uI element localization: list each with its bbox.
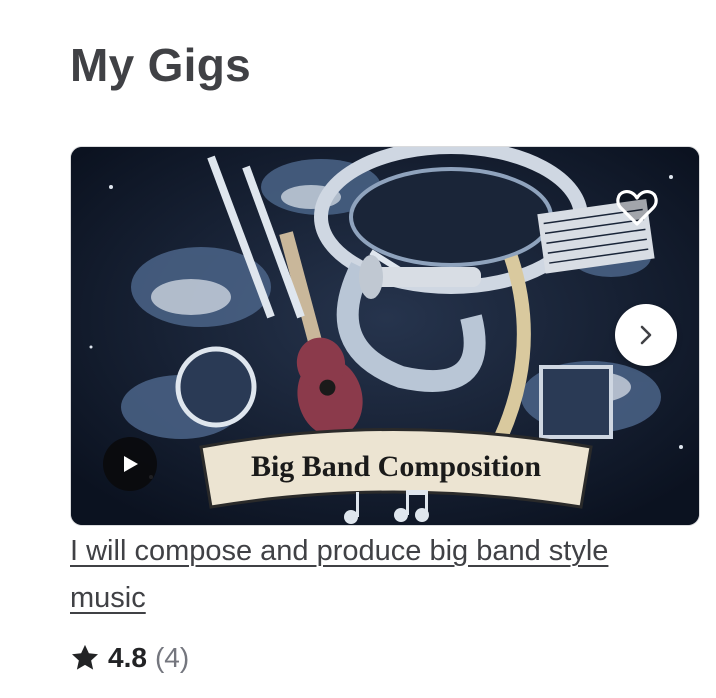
section-title: My Gigs bbox=[70, 39, 252, 91]
heart-icon bbox=[616, 190, 658, 226]
gig-title-link[interactable]: I will compose and produce big band styl… bbox=[70, 528, 670, 622]
rating-count: (4) bbox=[154, 642, 190, 673]
gig-rating: 4.8 (4) bbox=[70, 642, 189, 674]
gig-artwork: Big Band Composition bbox=[71, 147, 699, 525]
gig-card[interactable]: Big Band Composition I will compose and … bbox=[70, 146, 700, 698]
my-gigs-page: My Gigs Big Band Composition I will comp… bbox=[0, 0, 716, 698]
next-image-button[interactable] bbox=[615, 304, 677, 366]
play-icon bbox=[124, 456, 138, 472]
rating-score: 4.8 bbox=[108, 642, 147, 673]
gig-artwork-caption: Big Band Composition bbox=[251, 450, 541, 483]
play-video-button[interactable] bbox=[103, 437, 157, 491]
favorite-button[interactable] bbox=[613, 183, 661, 231]
star-icon bbox=[72, 644, 98, 670]
gig-thumbnail[interactable]: Big Band Composition bbox=[70, 146, 700, 526]
chevron-right-icon bbox=[640, 325, 652, 345]
